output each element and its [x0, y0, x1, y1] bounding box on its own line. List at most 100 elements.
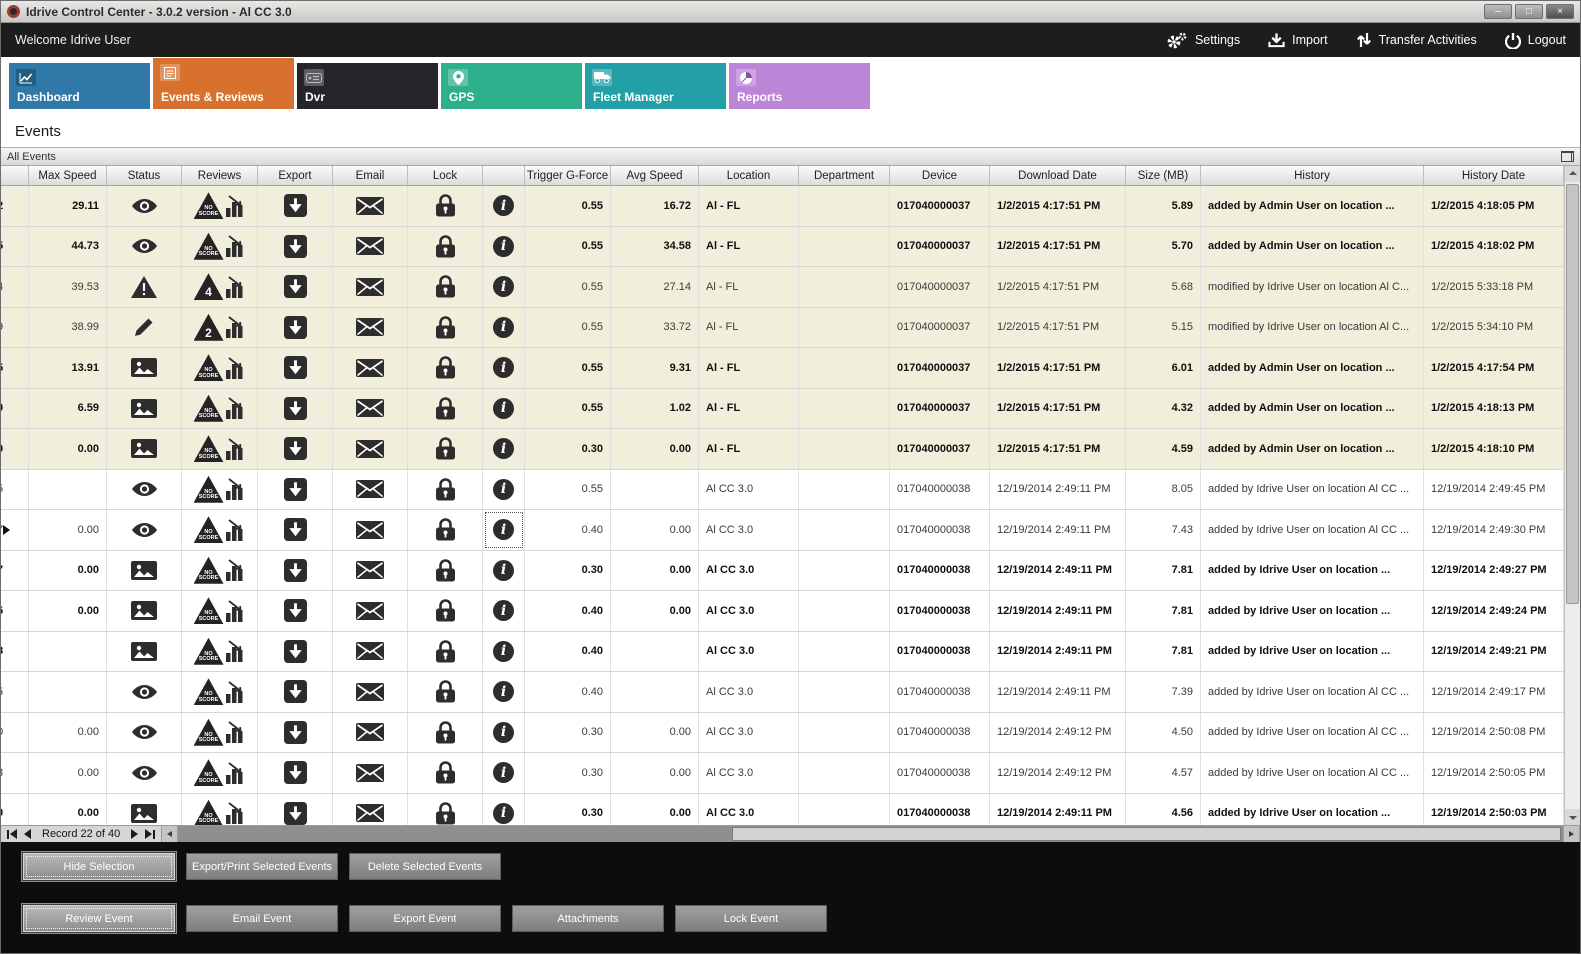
cell-size-mb[interactable]: 4.56 — [1126, 794, 1201, 826]
cell-history[interactable]: added by Admin User on location ... — [1201, 429, 1424, 469]
cell-device[interactable]: 017040000037 — [890, 186, 990, 226]
table-row[interactable]: 80.00NOSCOREi0.300.00Al CC 3.00170400000… — [1, 753, 1564, 794]
cell-history[interactable]: modified by Idrive User on location Al C… — [1201, 267, 1424, 307]
cell-history[interactable]: added by Idrive User on location Al CC .… — [1201, 713, 1424, 753]
info-icon[interactable]: i — [493, 236, 514, 257]
table-row[interactable]: 50.00NOSCOREi0.400.00Al CC 3.00170400000… — [1, 591, 1564, 632]
cell-info[interactable]: i — [483, 267, 525, 307]
cell-avg-speed[interactable]: 0.00 — [611, 794, 699, 826]
info-icon[interactable]: i — [493, 519, 514, 540]
row-selector-cell[interactable]: 4 — [1, 267, 29, 307]
cell-size-mb[interactable]: 4.59 — [1126, 429, 1201, 469]
cell-info[interactable]: i — [483, 308, 525, 348]
cell-status[interactable] — [107, 429, 182, 469]
cell-location[interactable]: Al - FL — [699, 308, 799, 348]
horizontal-scrollbar[interactable] — [161, 826, 1580, 842]
export-download-icon[interactable] — [284, 640, 307, 663]
cell-size-mb[interactable]: 4.57 — [1126, 753, 1201, 793]
row-selector-cell[interactable]: 8 — [1, 632, 29, 672]
lock-padlock-icon[interactable] — [436, 640, 455, 663]
cell-size-mb[interactable]: 5.68 — [1126, 267, 1201, 307]
row-selector-cell[interactable]: 5 — [1, 672, 29, 712]
cell-device[interactable]: 017040000038 — [890, 794, 990, 826]
cell-download-date[interactable]: 1/2/2015 4:17:51 PM — [990, 186, 1126, 226]
export-download-icon[interactable] — [284, 194, 307, 217]
cell-export[interactable] — [258, 267, 333, 307]
table-row[interactable]: 5NOSCOREi0.40Al CC 3.001704000003812/19/… — [1, 672, 1564, 713]
cell-email[interactable] — [333, 429, 408, 469]
cell-email[interactable] — [333, 672, 408, 712]
cell-trigger-gforce[interactable]: 0.30 — [525, 794, 611, 826]
cell-email[interactable] — [333, 794, 408, 826]
cell-lock[interactable] — [408, 672, 483, 712]
review-event-button[interactable]: Review Event — [23, 905, 175, 932]
cell-device[interactable]: 017040000038 — [890, 672, 990, 712]
lock-padlock-icon[interactable] — [436, 559, 455, 582]
cell-trigger-gforce[interactable]: 0.30 — [525, 753, 611, 793]
cell-department[interactable] — [799, 308, 890, 348]
cell-download-date[interactable]: 1/2/2015 4:17:51 PM — [990, 348, 1126, 388]
cell-lock[interactable] — [408, 348, 483, 388]
lock-padlock-icon[interactable] — [436, 518, 455, 541]
cell-info[interactable]: i — [483, 672, 525, 712]
lock-padlock-icon[interactable] — [436, 721, 455, 744]
cell-history[interactable]: added by Idrive User on location ... — [1201, 551, 1424, 591]
cell-trigger-gforce[interactable]: 0.30 — [525, 551, 611, 591]
cell-device[interactable]: 017040000038 — [890, 591, 990, 631]
cell-max-speed[interactable]: 44.73 — [29, 227, 107, 267]
email-envelope-icon[interactable] — [356, 723, 384, 741]
email-envelope-icon[interactable] — [356, 764, 384, 782]
cell-location[interactable]: Al CC 3.0 — [699, 470, 799, 510]
lock-padlock-icon[interactable] — [436, 356, 455, 379]
export-download-icon[interactable] — [284, 761, 307, 784]
cell-email[interactable] — [333, 389, 408, 429]
horizontal-scroll-track[interactable] — [178, 826, 1563, 842]
cell-download-date[interactable]: 1/2/2015 4:17:51 PM — [990, 308, 1126, 348]
cell-download-date[interactable]: 1/2/2015 4:17:51 PM — [990, 267, 1126, 307]
column-header-location[interactable]: Location — [699, 166, 799, 185]
info-icon[interactable]: i — [493, 357, 514, 378]
lock-padlock-icon[interactable] — [436, 235, 455, 258]
column-header-status[interactable]: Status — [107, 166, 182, 185]
cell-department[interactable] — [799, 632, 890, 672]
maximize-button[interactable]: □ — [1515, 4, 1543, 19]
cell-lock[interactable] — [408, 632, 483, 672]
cell-department[interactable] — [799, 470, 890, 510]
cell-device[interactable]: 017040000037 — [890, 267, 990, 307]
cell-lock[interactable] — [408, 186, 483, 226]
vertical-scroll-track[interactable] — [1565, 182, 1580, 809]
cell-max-speed[interactable]: 0.00 — [29, 429, 107, 469]
cell-export[interactable] — [258, 186, 333, 226]
cell-avg-speed[interactable] — [611, 632, 699, 672]
cell-device[interactable]: 017040000037 — [890, 429, 990, 469]
email-event-button[interactable]: Email Event — [186, 905, 338, 932]
cell-size-mb[interactable]: 8.05 — [1126, 470, 1201, 510]
cell-email[interactable] — [333, 227, 408, 267]
column-header-lock[interactable]: Lock — [408, 166, 483, 185]
cell-download-date[interactable]: 12/19/2014 2:49:11 PM — [990, 632, 1126, 672]
email-envelope-icon[interactable] — [356, 561, 384, 579]
cell-status[interactable] — [107, 227, 182, 267]
cell-size-mb[interactable]: 7.81 — [1126, 632, 1201, 672]
cell-location[interactable]: Al - FL — [699, 389, 799, 429]
cell-size-mb[interactable]: 5.15 — [1126, 308, 1201, 348]
cell-email[interactable] — [333, 713, 408, 753]
email-envelope-icon[interactable] — [356, 440, 384, 458]
cell-department[interactable] — [799, 672, 890, 712]
cell-status[interactable] — [107, 672, 182, 712]
cell-reviews[interactable]: NOSCORE — [182, 794, 258, 826]
cell-history[interactable]: added by Idrive User on location ... — [1201, 591, 1424, 631]
cell-location[interactable]: Al CC 3.0 — [699, 794, 799, 826]
cell-download-date[interactable]: 12/19/2014 2:49:11 PM — [990, 470, 1126, 510]
cell-location[interactable]: Al - FL — [699, 186, 799, 226]
cell-history-date[interactable]: 12/19/2014 2:49:27 PM — [1424, 551, 1564, 591]
table-row[interactable]: 70.00NOSCOREi0.300.00Al CC 3.00170400000… — [1, 551, 1564, 592]
cell-history[interactable]: added by Idrive User on location ... — [1201, 632, 1424, 672]
tab-gps[interactable]: GPS — [441, 63, 582, 109]
cell-history-date[interactable]: 12/19/2014 2:50:05 PM — [1424, 753, 1564, 793]
cell-history-date[interactable]: 12/19/2014 2:50:03 PM — [1424, 794, 1564, 826]
cell-avg-speed[interactable]: 27.14 — [611, 267, 699, 307]
cell-info[interactable]: i — [483, 551, 525, 591]
cell-email[interactable] — [333, 348, 408, 388]
lock-padlock-icon[interactable] — [436, 761, 455, 784]
